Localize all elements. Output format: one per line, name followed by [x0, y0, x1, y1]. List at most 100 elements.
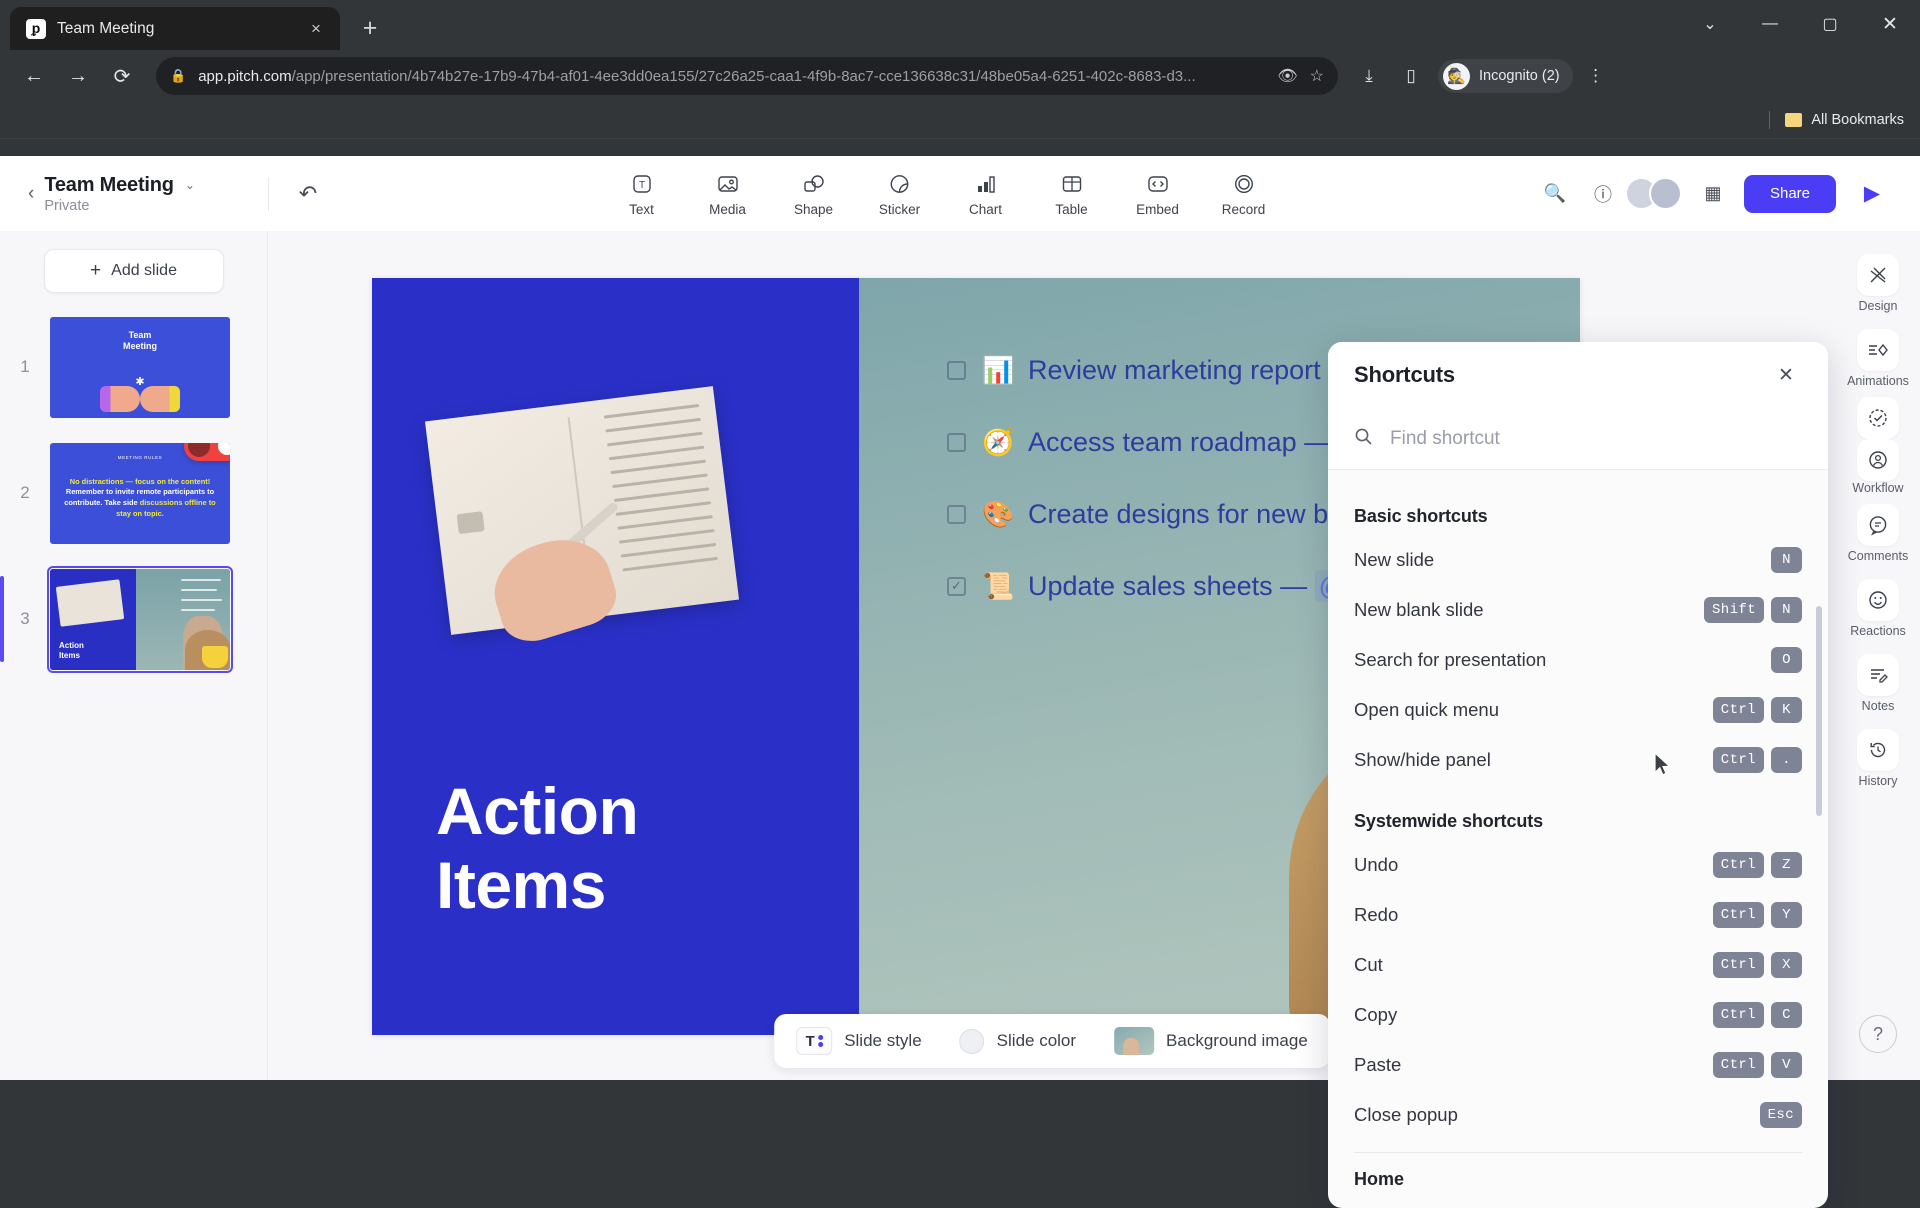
sidebar-item-notes[interactable]: Notes: [1840, 647, 1916, 720]
key-badge: .: [1771, 747, 1802, 773]
bookmark-star-icon[interactable]: ☆: [1310, 66, 1324, 86]
search-icon: [1354, 427, 1373, 451]
sidebar-item-animations[interactable]: Animations: [1840, 322, 1916, 395]
toggle-knob: [218, 443, 230, 455]
task-text: Access team roadmap — @: [1028, 427, 1374, 458]
collaborator-avatars[interactable]: [1634, 177, 1682, 210]
key-badge: Ctrl: [1713, 902, 1764, 928]
insert-table-button[interactable]: Table: [1041, 170, 1103, 217]
sidebar-item-comments[interactable]: Comments: [1840, 497, 1916, 570]
insert-record-button[interactable]: Record: [1213, 170, 1275, 217]
search-input[interactable]: Find shortcut: [1390, 428, 1500, 450]
slide-style-icon: T: [796, 1027, 832, 1055]
slide-thumbnail-row[interactable]: 2 MEETING RULES No distractions — focus …: [0, 441, 267, 545]
forward-icon[interactable]: →: [58, 56, 98, 96]
share-button[interactable]: Share: [1744, 175, 1836, 213]
play-icon[interactable]: ▶: [1850, 175, 1894, 213]
help-button[interactable]: ?: [1840, 1008, 1916, 1060]
insert-sticker-label: Sticker: [879, 202, 920, 217]
shortcut-row[interactable]: New slide N: [1354, 535, 1802, 585]
sidebar-item-workflow[interactable]: Workflow: [1852, 397, 1903, 495]
address-bar[interactable]: 🔒 app.pitch.com/app/presentation/4b74b27…: [156, 57, 1338, 95]
browser-menu-icon[interactable]: ⋮: [1577, 57, 1615, 95]
sidebar-item-history[interactable]: History: [1840, 722, 1916, 795]
recording-toggle[interactable]: [184, 443, 230, 461]
shortcut-row[interactable]: Paste Ctrl V: [1354, 1040, 1802, 1090]
new-tab-button[interactable]: +: [352, 10, 388, 46]
maximize-icon[interactable]: ▢: [1800, 0, 1860, 48]
hide-icon[interactable]: 👁: [1277, 66, 1297, 86]
minimize-icon[interactable]: —: [1740, 0, 1800, 48]
chevron-down-icon[interactable]: ⌄: [185, 178, 195, 192]
download-icon[interactable]: ⤓: [1350, 57, 1388, 95]
task-checkbox[interactable]: [947, 361, 966, 380]
key-badge: Ctrl: [1713, 1002, 1764, 1028]
slide-title[interactable]: ActionItems: [436, 775, 638, 923]
key-badge: Ctrl: [1713, 1052, 1764, 1078]
shortcut-label: Open quick menu: [1354, 699, 1499, 721]
sticker-icon: [888, 170, 912, 198]
help-icon: ?: [1859, 1015, 1897, 1053]
shortcut-row[interactable]: Undo Ctrl Z: [1354, 840, 1802, 890]
insert-shape-button[interactable]: Shape: [783, 170, 845, 217]
person-icon: [1857, 439, 1899, 481]
slide-style-button[interactable]: T Slide style: [796, 1027, 921, 1055]
close-icon[interactable]: ×: [304, 17, 328, 41]
shortcut-row[interactable]: Open quick menu Ctrl K: [1354, 685, 1802, 735]
slide-thumbnail-row[interactable]: 1 TeamMeeting ✱: [0, 315, 267, 419]
chevron-down-icon[interactable]: ⌄: [1680, 0, 1740, 48]
slide-thumbnail-2[interactable]: MEETING RULES No distractions — focus on…: [50, 443, 230, 544]
slide-thumbnail-3[interactable]: ActionItems: [50, 569, 230, 670]
key-badge: Ctrl: [1713, 747, 1764, 773]
task-checkbox[interactable]: [947, 505, 966, 524]
shortcuts-scroll-area[interactable]: Basic shortcuts New slide N New blank sl…: [1328, 470, 1828, 1208]
thumb-photo: [56, 579, 124, 627]
sidebar-item-reactions[interactable]: Reactions: [1840, 572, 1916, 645]
insert-embed-button[interactable]: Embed: [1127, 170, 1189, 217]
deck-header: ‹ Team Meeting ⌄ Private: [0, 156, 268, 231]
insert-media-button[interactable]: Media: [697, 170, 759, 217]
reload-icon[interactable]: ⟳: [102, 56, 142, 96]
sidebar-label-history: History: [1859, 774, 1898, 788]
back-icon[interactable]: ←: [14, 56, 54, 96]
slide-left-column: ActionItems: [372, 278, 859, 1035]
key-badge: K: [1771, 697, 1802, 723]
side-panel-icon[interactable]: ▯: [1392, 57, 1430, 95]
task-checkbox[interactable]: [947, 433, 966, 452]
slide-color-button[interactable]: Slide color: [960, 1029, 1076, 1054]
profile-chip[interactable]: 🕵 Incognito (2): [1438, 59, 1573, 93]
undo-button[interactable]: ↶: [269, 181, 347, 207]
key-badge: Z: [1771, 852, 1802, 878]
search-icon[interactable]: 🔍: [1538, 177, 1572, 211]
shortcut-label: New blank slide: [1354, 599, 1484, 621]
help-circle-icon[interactable]: ⓘ: [1586, 177, 1620, 211]
shortcut-row[interactable]: Redo Ctrl Y: [1354, 890, 1802, 940]
shortcut-row[interactable]: Search for presentation O: [1354, 635, 1802, 685]
shortcut-row[interactable]: Cut Ctrl X: [1354, 940, 1802, 990]
close-icon[interactable]: ✕: [1770, 359, 1802, 391]
back-chevron-icon[interactable]: ‹: [28, 183, 34, 205]
shortcut-row[interactable]: Close popup Esc: [1354, 1090, 1802, 1140]
slide-color-label: Slide color: [997, 1031, 1076, 1051]
scrollbar[interactable]: [1816, 606, 1822, 816]
shortcut-row[interactable]: Show/hide panel Ctrl .: [1354, 735, 1802, 785]
insert-text-button[interactable]: T Text: [611, 170, 673, 217]
shortcut-row[interactable]: New blank slide Shift N: [1354, 585, 1802, 635]
key-badge: Ctrl: [1713, 952, 1764, 978]
slide-thumbnail-1[interactable]: TeamMeeting ✱: [50, 317, 230, 418]
url-text: app.pitch.com/app/presentation/4b74b27e-…: [198, 68, 1265, 85]
task-checkbox[interactable]: ✓: [947, 577, 966, 596]
shortcut-row[interactable]: Copy Ctrl C: [1354, 990, 1802, 1040]
insert-chart-button[interactable]: Chart: [955, 170, 1017, 217]
add-slide-button[interactable]: + Add slide: [44, 249, 224, 293]
slide-thumbnail-row[interactable]: 3: [0, 567, 267, 671]
window-close-icon[interactable]: ✕: [1860, 0, 1920, 48]
browser-tab[interactable]: ᵱ Team Meeting ×: [10, 7, 340, 50]
shortcut-search-row[interactable]: Find shortcut: [1328, 408, 1828, 470]
present-mode-icon[interactable]: ▦: [1696, 177, 1730, 211]
sidebar-item-design[interactable]: Design: [1840, 247, 1916, 320]
all-bookmarks-label[interactable]: All Bookmarks: [1811, 112, 1904, 128]
background-image-button[interactable]: Background image: [1114, 1027, 1308, 1055]
insert-sticker-button[interactable]: Sticker: [869, 170, 931, 217]
avatar[interactable]: [1649, 177, 1682, 210]
